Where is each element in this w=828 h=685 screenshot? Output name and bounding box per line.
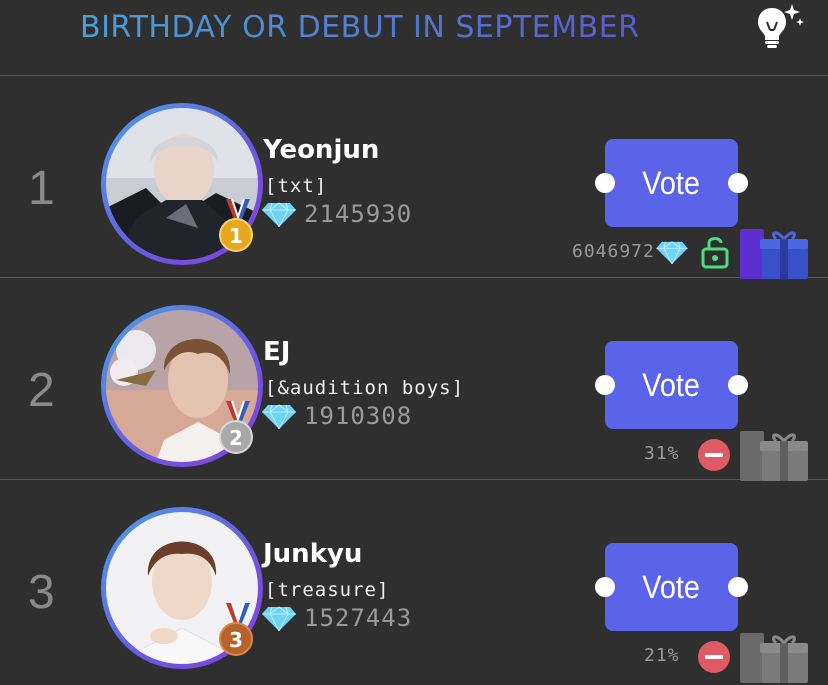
page-header: BIRTHDAY OR DEBUT IN SEPTEMBER bbox=[0, 0, 828, 76]
idol-name: EJ bbox=[263, 337, 291, 367]
diamond-score: 1910308 bbox=[304, 402, 413, 430]
silver-medal-icon: 2 bbox=[219, 400, 253, 454]
diamond-icon bbox=[262, 202, 296, 227]
gift-icon[interactable] bbox=[740, 225, 808, 281]
medal-number: 3 bbox=[229, 628, 243, 652]
idol-name: Junkyu bbox=[263, 539, 363, 569]
ranking-row[interactable]: 1 1 Yeonjun [txt] 2145930 Vote 6046972 bbox=[0, 77, 828, 281]
gift-icon[interactable] bbox=[740, 427, 808, 483]
medal-number: 2 bbox=[229, 426, 243, 450]
rank-number: 2 bbox=[28, 364, 55, 417]
idol-name: Yeonjun bbox=[263, 135, 380, 165]
ranking-row[interactable]: 2 2 EJ [&audition boys] 1910308 Vote 31% bbox=[0, 279, 828, 483]
diamond-total: 6046972 bbox=[572, 241, 655, 262]
group-name: [&audition boys] bbox=[265, 377, 465, 399]
vote-label: Vote bbox=[642, 164, 701, 201]
gold-medal-icon: 1 bbox=[219, 198, 253, 252]
lightbulb-sparkle-icon[interactable] bbox=[756, 2, 806, 50]
diamond-icon bbox=[262, 606, 296, 631]
minus-circle-icon[interactable] bbox=[697, 640, 731, 674]
vote-label: Vote bbox=[642, 568, 701, 605]
vote-label: Vote bbox=[642, 366, 701, 403]
diamond-icon bbox=[262, 404, 296, 429]
vote-button[interactable]: Vote bbox=[595, 543, 748, 631]
percent-text: 31% bbox=[644, 443, 680, 464]
rank-number: 3 bbox=[28, 566, 55, 619]
percent-text: 21% bbox=[644, 645, 680, 666]
vote-button[interactable]: Vote bbox=[595, 341, 748, 429]
ranking-row[interactable]: 3 3 Junkyu [treasure] 1527443 Vote 21% bbox=[0, 481, 828, 685]
diamond-score: 1527443 bbox=[304, 604, 413, 632]
rank-number: 1 bbox=[28, 162, 55, 215]
bronze-medal-icon: 3 bbox=[219, 602, 253, 656]
group-name: [txt] bbox=[265, 175, 328, 197]
gift-icon[interactable] bbox=[740, 629, 808, 685]
group-name: [treasure] bbox=[265, 579, 390, 601]
minus-circle-icon[interactable] bbox=[697, 438, 731, 472]
lock-open-icon[interactable] bbox=[700, 235, 730, 269]
medal-number: 1 bbox=[229, 224, 243, 248]
page-title: BIRTHDAY OR DEBUT IN SEPTEMBER bbox=[80, 10, 640, 45]
diamond-score: 2145930 bbox=[304, 200, 413, 228]
vote-button[interactable]: Vote bbox=[595, 139, 748, 227]
diamond-icon bbox=[656, 241, 688, 264]
